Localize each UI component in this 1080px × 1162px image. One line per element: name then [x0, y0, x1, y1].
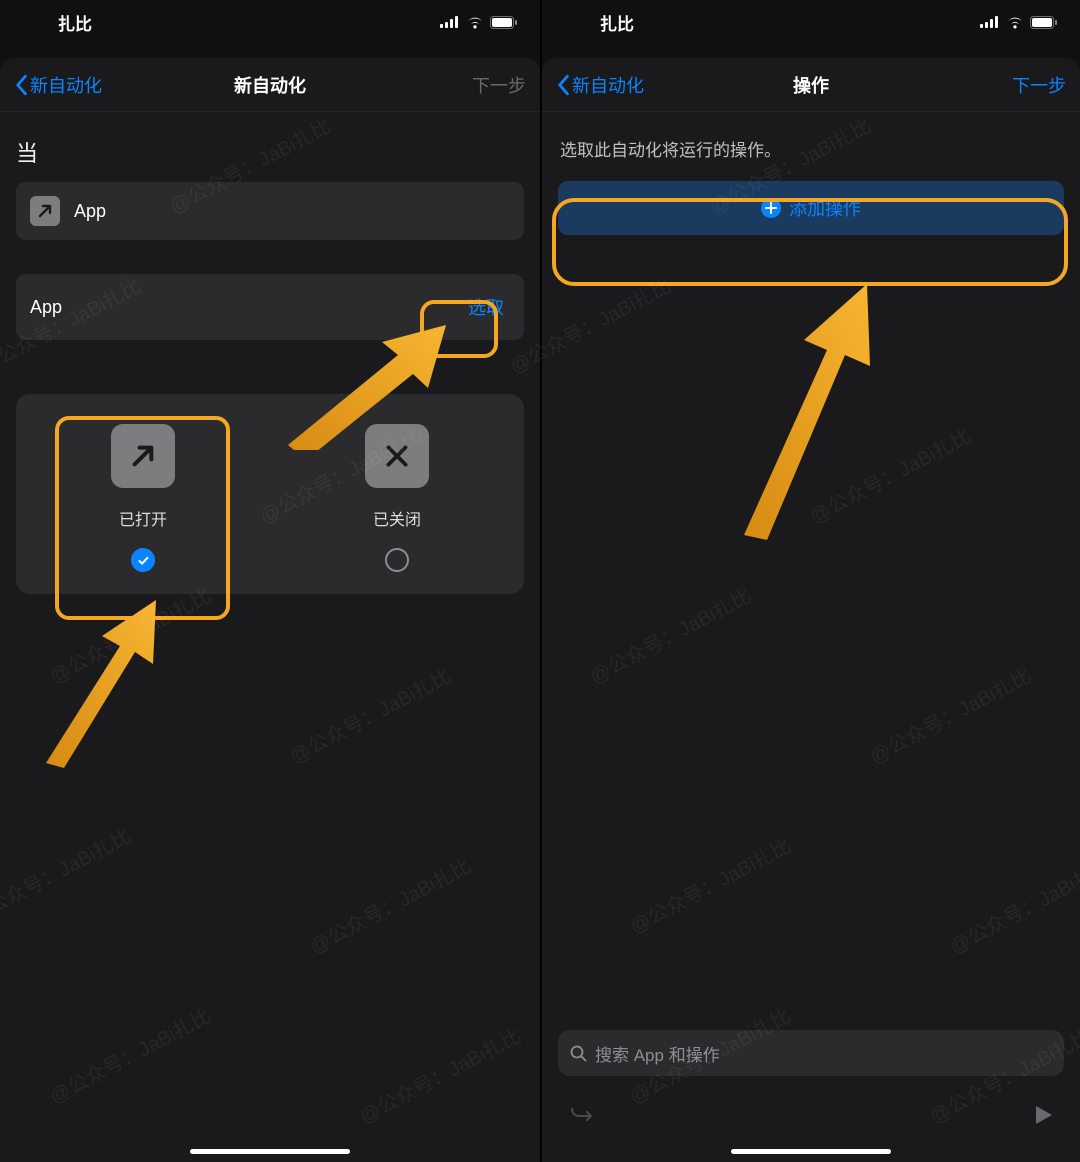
back-button[interactable]: 新自动化: [14, 72, 102, 98]
wifi-icon: [466, 16, 484, 29]
add-action-button[interactable]: 添加操作: [558, 181, 1064, 235]
cellular-signal-icon: [980, 16, 1000, 28]
nav-bar: 新自动化 新自动化 下一步: [0, 58, 540, 112]
search-bar[interactable]: 搜索 App 和操作: [558, 1030, 1064, 1076]
add-action-label: 添加操作: [789, 195, 861, 221]
search-icon: [570, 1045, 587, 1062]
home-indicator: [731, 1149, 891, 1154]
phone-left: 扎比 新自动化 新自动化 下一步 当: [0, 0, 540, 1162]
checkmark-icon: [137, 554, 150, 567]
chevron-left-icon: [14, 74, 28, 96]
modal-sheet: 新自动化 新自动化 下一步 当 App App 选取: [0, 58, 540, 1162]
choose-button[interactable]: 选取: [462, 290, 510, 324]
option-closed[interactable]: 已关闭: [270, 424, 524, 572]
phone-right: 扎比 新自动化 操作 下一步 选取此自动化将运行的操作。: [540, 0, 1080, 1162]
option-opened-label: 已打开: [119, 506, 167, 530]
play-icon[interactable]: [1034, 1104, 1054, 1131]
carrier-label: 扎比: [58, 10, 92, 35]
status-icons: [980, 16, 1058, 29]
option-closed-label: 已关闭: [373, 506, 421, 530]
battery-icon: [490, 16, 518, 29]
plus-circle-icon: [761, 198, 781, 218]
arrow-up-right-icon: [111, 424, 175, 488]
trigger-cell[interactable]: App: [16, 182, 524, 240]
option-grid: 已打开 已关闭: [16, 394, 524, 594]
trigger-label: App: [74, 201, 106, 222]
app-launch-icon: [30, 196, 60, 226]
x-icon: [365, 424, 429, 488]
next-button[interactable]: 下一步: [472, 72, 526, 98]
battery-icon: [1030, 16, 1058, 29]
carrier-label: 扎比: [600, 10, 634, 35]
search-placeholder: 搜索 App 和操作: [595, 1041, 720, 1066]
status-bar: 扎比: [542, 0, 1080, 44]
back-label: 新自动化: [572, 72, 644, 98]
cellular-signal-icon: [440, 16, 460, 28]
when-label: 当: [16, 136, 524, 168]
status-icons: [440, 16, 518, 29]
option-opened[interactable]: 已打开: [16, 424, 270, 572]
home-indicator: [190, 1149, 350, 1154]
modal-sheet: 新自动化 操作 下一步 选取此自动化将运行的操作。 添加操作 搜索 App 和操…: [542, 58, 1080, 1162]
instruction-text: 选取此自动化将运行的操作。: [560, 136, 1062, 161]
content-area: 选取此自动化将运行的操作。 添加操作: [542, 112, 1080, 253]
chevron-left-icon: [556, 74, 570, 96]
undo-icon[interactable]: [568, 1102, 594, 1133]
back-label: 新自动化: [30, 72, 102, 98]
next-button[interactable]: 下一步: [1012, 72, 1066, 98]
back-button[interactable]: 新自动化: [556, 72, 644, 98]
app-select-row: App 选取: [16, 274, 524, 340]
wifi-icon: [1006, 16, 1024, 29]
toolbar: [542, 1092, 1080, 1142]
status-bar: 扎比: [0, 0, 540, 44]
app-row-label: App: [30, 297, 62, 318]
radio-closed[interactable]: [385, 548, 409, 572]
radio-opened[interactable]: [131, 548, 155, 572]
content-area: 当 App App 选取 已打开: [0, 112, 540, 612]
nav-bar: 新自动化 操作 下一步: [542, 58, 1080, 112]
